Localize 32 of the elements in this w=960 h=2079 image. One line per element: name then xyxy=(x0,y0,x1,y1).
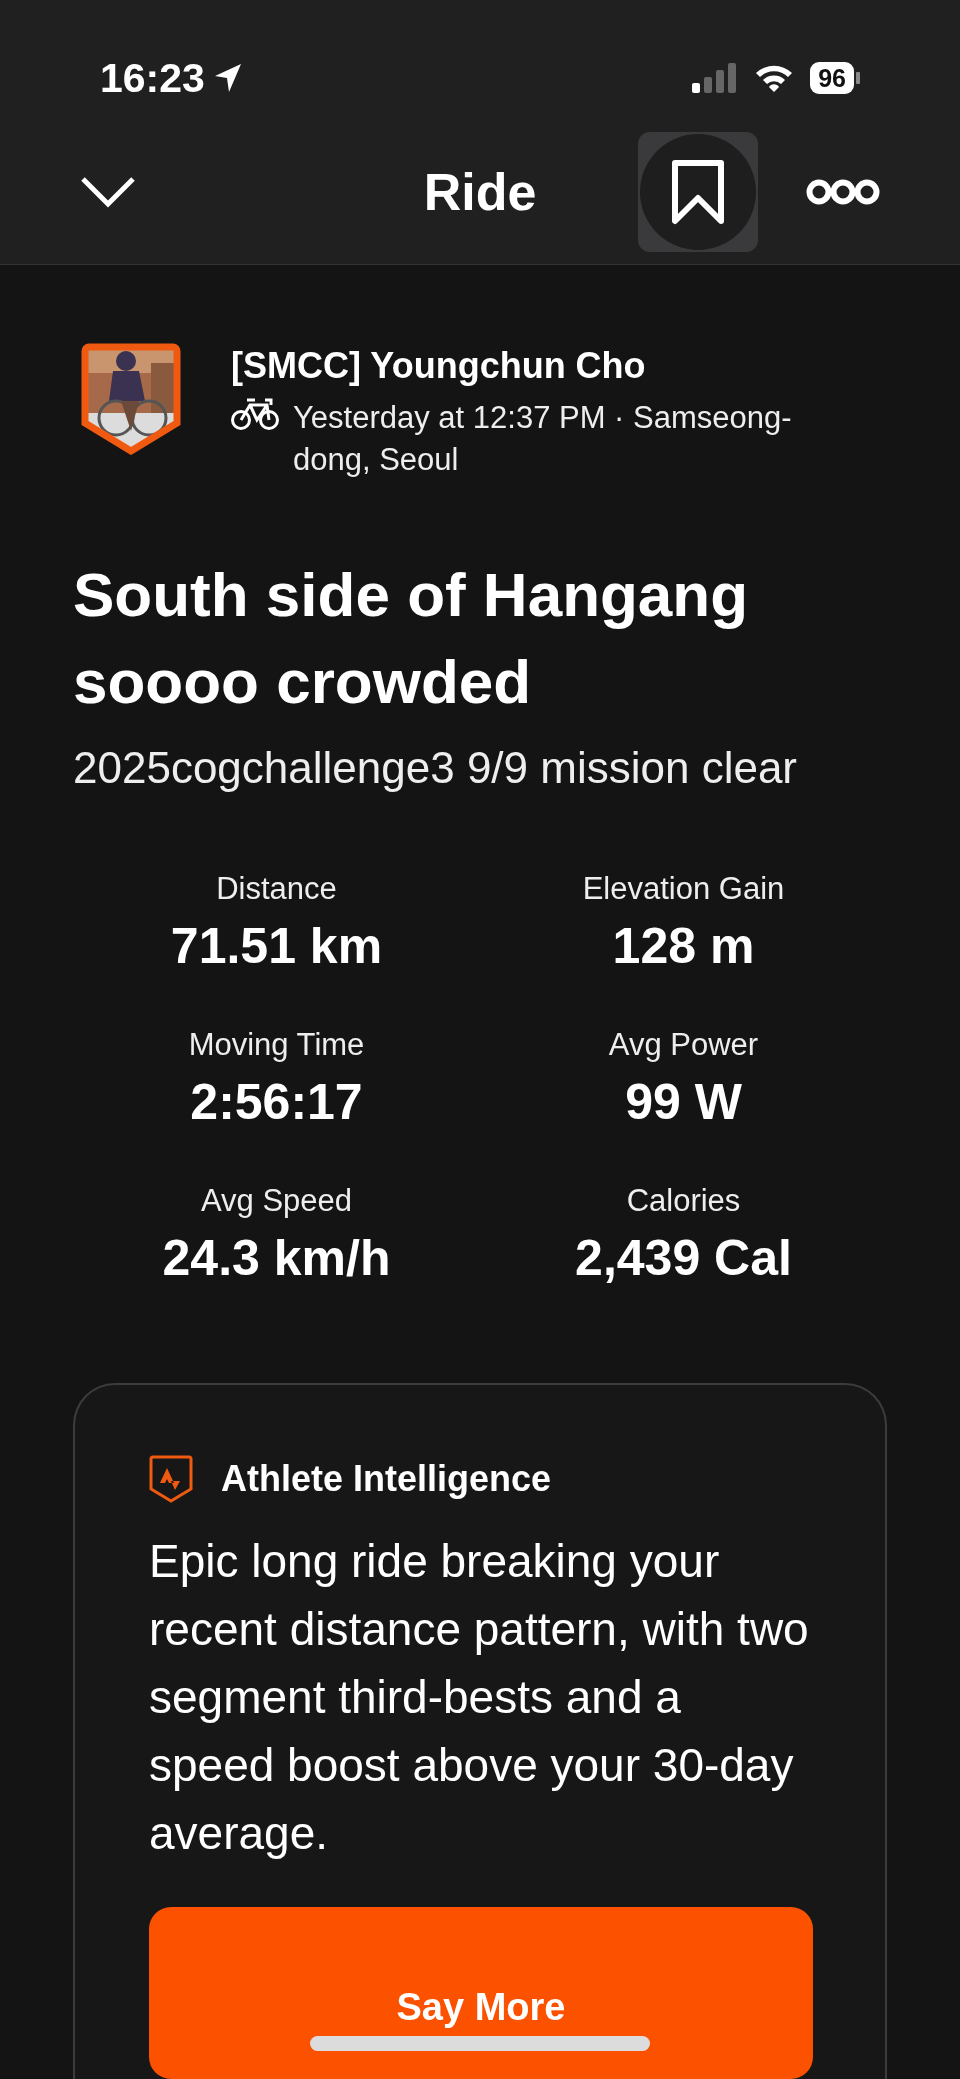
stat-value: 2:56:17 xyxy=(189,1073,364,1131)
battery-tip-icon xyxy=(856,72,860,84)
stat-label: Avg Speed xyxy=(199,1183,354,1219)
card-title: Athlete Intelligence xyxy=(221,1458,552,1500)
stat-value: 2,439 Cal xyxy=(574,1229,793,1287)
athlete-name[interactable]: [SMCC] Youngchun Cho xyxy=(231,345,833,387)
stat-value: 24.3 km/h xyxy=(161,1229,392,1287)
more-icon xyxy=(806,179,880,205)
activity-description: 2025cogchallenge3 9/9 mission clear xyxy=(73,743,799,793)
stat-value: 71.51 km xyxy=(169,917,384,975)
bicycle-icon xyxy=(231,397,279,431)
insight-text: Epic long ride breaking your recent distance pattern, with two segment third-bests and a speed boost above your 30-day average. xyxy=(149,1534,810,1861)
activity-meta: Yesterday at 12:37 PM · Samseong-dong, Seoul xyxy=(293,399,793,479)
battery-level: 96 xyxy=(810,62,854,94)
more-button[interactable] xyxy=(806,179,880,205)
stat-value: 128 m xyxy=(611,917,756,975)
wifi-icon xyxy=(754,63,795,93)
bookmark-icon xyxy=(670,158,726,226)
clock-time: 16:23 xyxy=(100,54,205,102)
stat-value: 99 W xyxy=(624,1073,743,1131)
chevron-down-icon xyxy=(80,176,136,208)
shield-logo-icon xyxy=(149,1455,193,1503)
page-title: Ride xyxy=(423,162,537,222)
signal-icon xyxy=(692,63,739,93)
stat-label: Avg Power xyxy=(607,1027,760,1063)
stat-label: Moving Time xyxy=(187,1027,366,1063)
stat-label: Calories xyxy=(625,1183,742,1219)
stat-label: Elevation Gain xyxy=(581,871,786,907)
collapse-button[interactable] xyxy=(80,176,136,208)
stat-label: Distance xyxy=(215,871,338,907)
activity-title: South side of Hangang soooo crowded xyxy=(73,559,750,718)
bookmark-button[interactable] xyxy=(638,132,758,252)
